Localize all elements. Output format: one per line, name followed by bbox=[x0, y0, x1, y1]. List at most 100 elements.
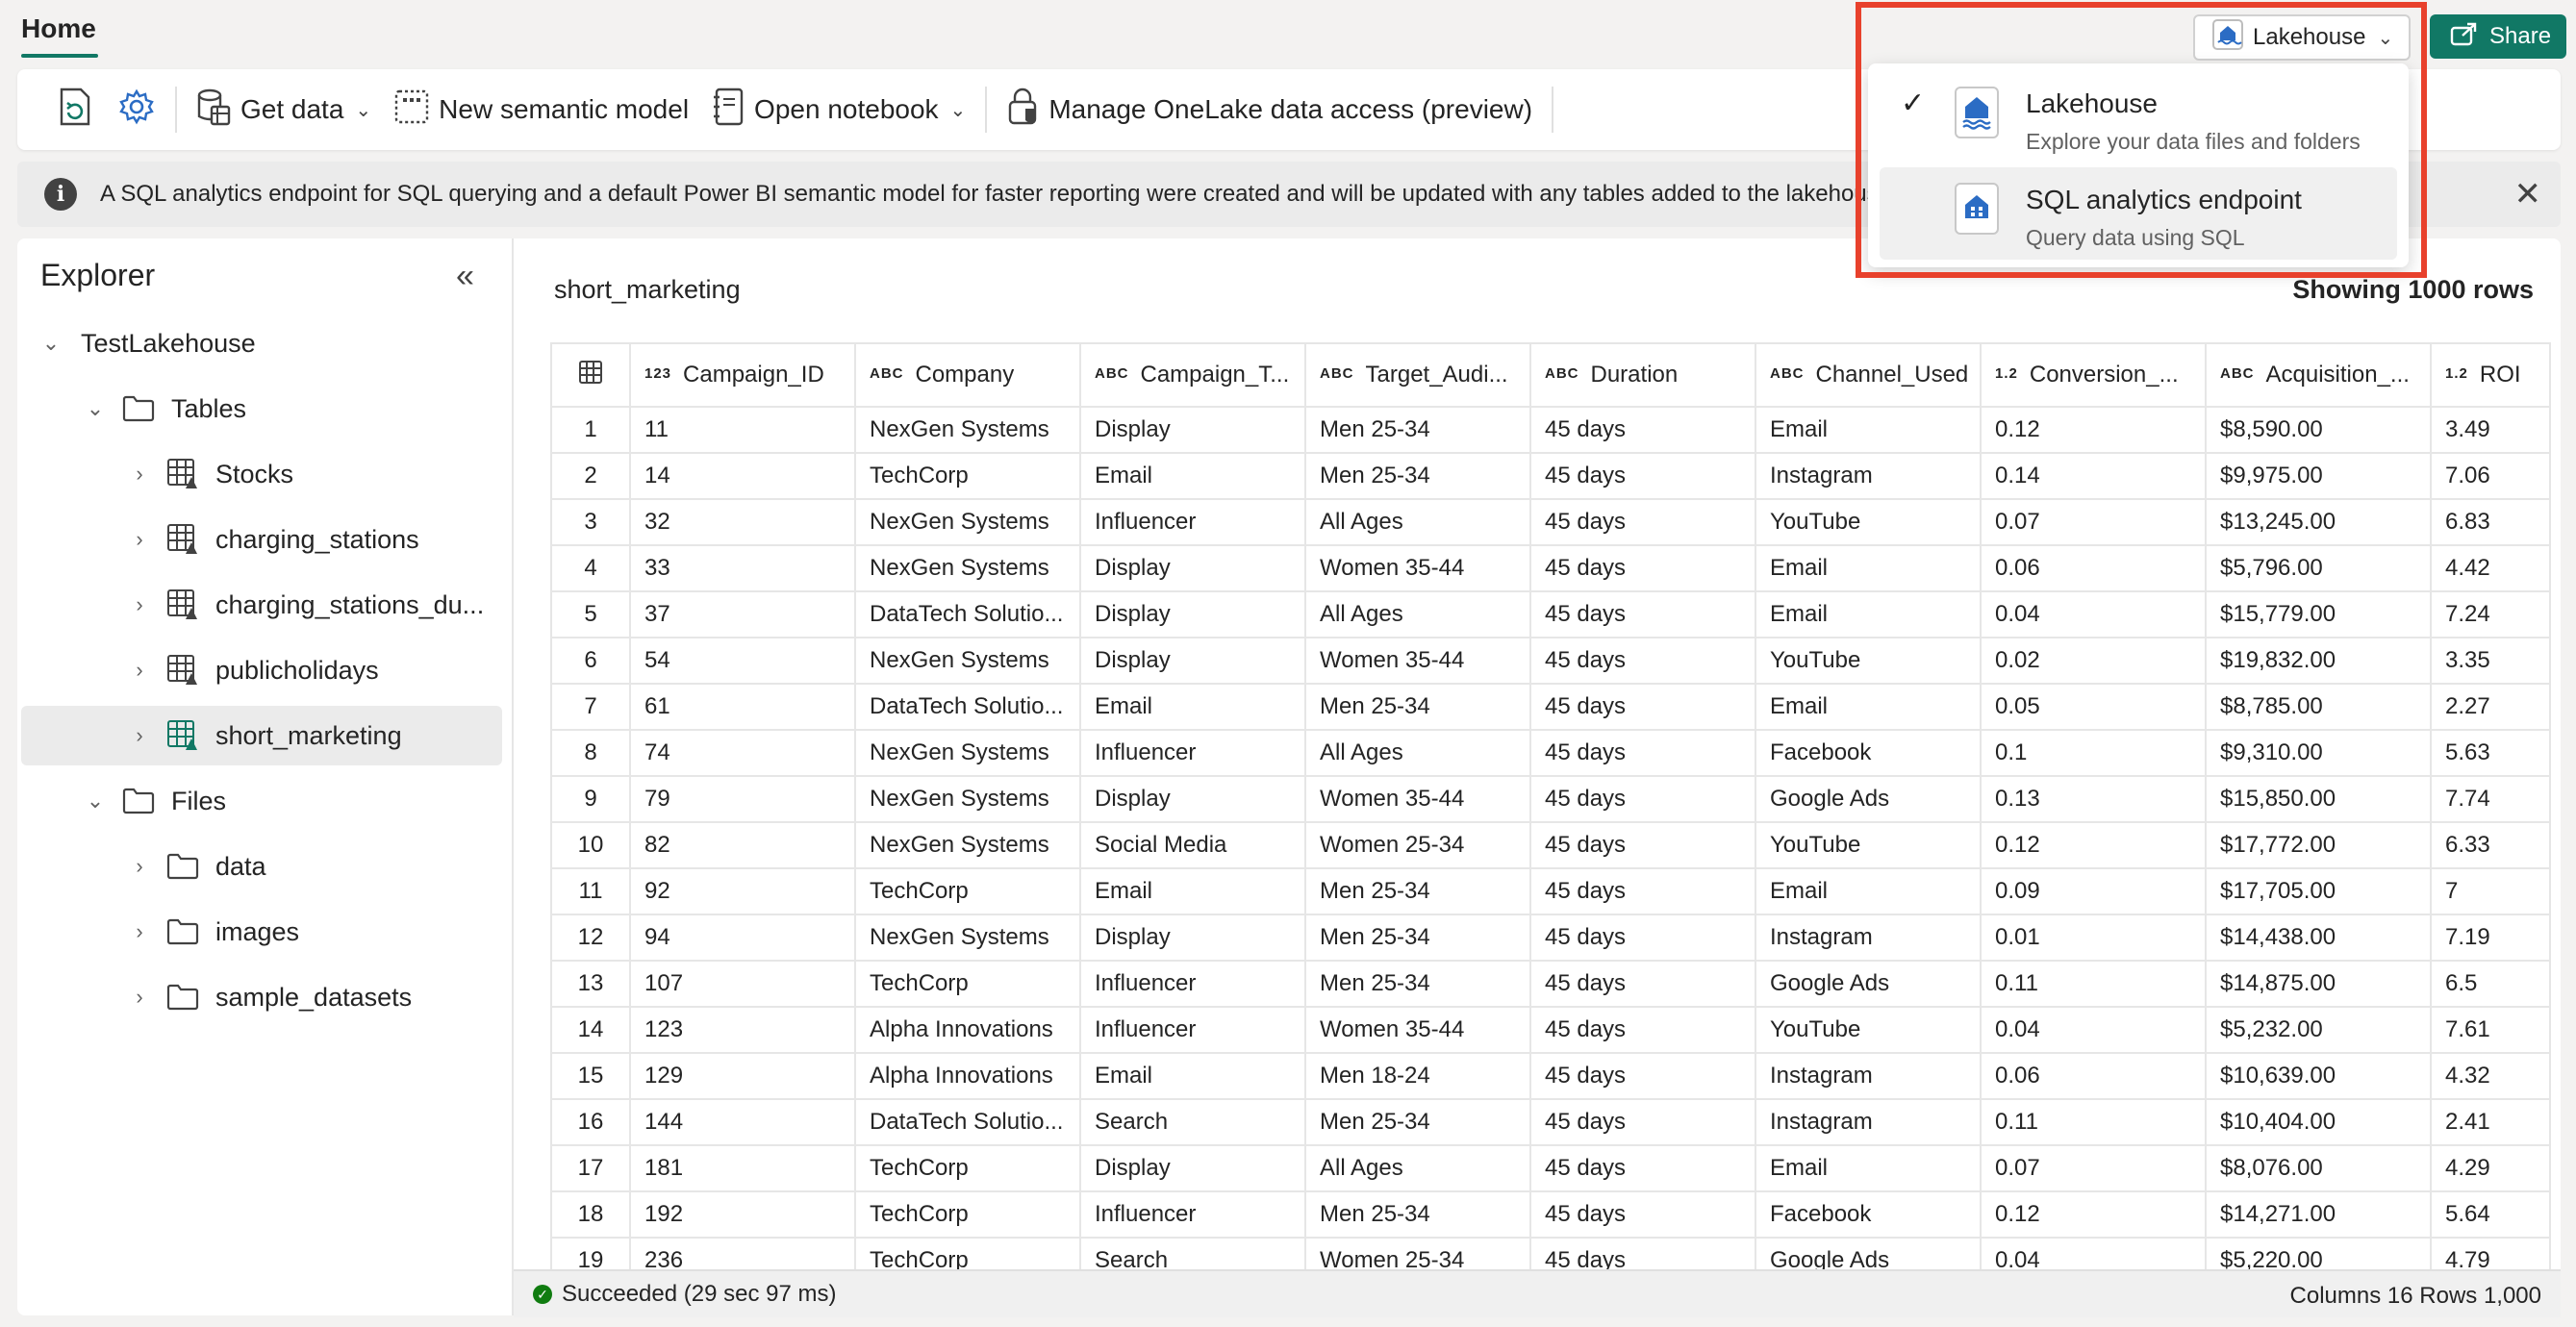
table-cell[interactable]: Men 25-34 bbox=[1304, 452, 1531, 500]
table-cell[interactable]: 6.33 bbox=[2430, 821, 2551, 869]
menu-item-lakehouse[interactable]: ✓ Lakehouse Explore your data files and … bbox=[1880, 71, 2397, 163]
table-cell[interactable]: Google Ads bbox=[1755, 960, 1982, 1008]
row-number-cell[interactable]: 7 bbox=[550, 683, 631, 731]
table-cell[interactable]: $5,232.00 bbox=[2205, 1006, 2432, 1054]
table-cell[interactable]: 107 bbox=[629, 960, 856, 1008]
table-cell[interactable]: $15,779.00 bbox=[2205, 590, 2432, 638]
table-cell[interactable]: 45 days bbox=[1529, 914, 1756, 962]
row-number-cell[interactable]: 17 bbox=[550, 1144, 631, 1192]
tree-item-folder[interactable]: › sample_datasets bbox=[17, 967, 508, 1027]
table-cell[interactable]: 0.1 bbox=[1980, 729, 2207, 777]
table-cell[interactable]: $10,404.00 bbox=[2205, 1098, 2432, 1146]
table-cell[interactable]: NexGen Systems bbox=[854, 775, 1081, 823]
tab-home[interactable]: Home bbox=[21, 13, 96, 44]
table-row[interactable]: 16 144 DataTech Solutio... Search Men 25-34 4… bbox=[550, 1098, 2551, 1146]
table-row[interactable]: 11 92 TechCorp Email Men 25-34 45 days Email 0.… bbox=[550, 867, 2551, 915]
table-cell[interactable]: Men 25-34 bbox=[1304, 914, 1531, 962]
table-cell[interactable]: Women 35-44 bbox=[1304, 544, 1531, 592]
table-cell[interactable]: Men 25-34 bbox=[1304, 1098, 1531, 1146]
table-cell[interactable]: 5.64 bbox=[2430, 1190, 2551, 1239]
table-row[interactable]: 6 54 NexGen Systems Display Women 35-44 45 da… bbox=[550, 637, 2551, 685]
table-cell[interactable]: Instagram bbox=[1755, 914, 1982, 962]
column-header[interactable]: ABC Target_Audi... bbox=[1304, 342, 1531, 408]
table-row[interactable]: 15 129 Alpha Innovations Email Men 18-24 45 d… bbox=[550, 1052, 2551, 1100]
table-cell[interactable]: $14,271.00 bbox=[2205, 1190, 2432, 1239]
table-cell[interactable]: Men 25-34 bbox=[1304, 1190, 1531, 1239]
table-row[interactable]: 5 37 DataTech Solutio... Display All Ages 45 … bbox=[550, 590, 2551, 638]
table-row[interactable]: 2 14 TechCorp Email Men 25-34 45 days Instagra… bbox=[550, 452, 2551, 500]
table-cell[interactable]: 4.29 bbox=[2430, 1144, 2551, 1192]
manage-onelake-access-button[interactable]: Manage OneLake data access (preview) bbox=[995, 83, 1544, 137]
table-cell[interactable]: 0.09 bbox=[1980, 867, 2207, 915]
table-row[interactable]: 17 181 TechCorp Display All Ages 45 days Email… bbox=[550, 1144, 2551, 1192]
table-cell[interactable]: $19,832.00 bbox=[2205, 637, 2432, 685]
table-cell[interactable]: $17,772.00 bbox=[2205, 821, 2432, 869]
table-cell[interactable]: 0.07 bbox=[1980, 498, 2207, 546]
table-cell[interactable]: Google Ads bbox=[1755, 775, 1982, 823]
table-cell[interactable]: DataTech Solutio... bbox=[854, 683, 1081, 731]
table-cell[interactable]: 3.35 bbox=[2430, 637, 2551, 685]
table-cell[interactable]: $17,705.00 bbox=[2205, 867, 2432, 915]
table-cell[interactable]: 45 days bbox=[1529, 821, 1756, 869]
row-number-cell[interactable]: 3 bbox=[550, 498, 631, 546]
table-cell[interactable]: Influencer bbox=[1079, 729, 1306, 777]
column-header[interactable]: ABC Campaign_T... bbox=[1079, 342, 1306, 408]
table-cell[interactable]: 181 bbox=[629, 1144, 856, 1192]
table-cell[interactable]: 45 days bbox=[1529, 544, 1756, 592]
table-cell[interactable]: $8,785.00 bbox=[2205, 683, 2432, 731]
table-cell[interactable]: YouTube bbox=[1755, 821, 1982, 869]
row-number-cell[interactable]: 18 bbox=[550, 1190, 631, 1239]
table-cell[interactable]: 92 bbox=[629, 867, 856, 915]
table-cell[interactable]: 37 bbox=[629, 590, 856, 638]
table-cell[interactable]: 0.06 bbox=[1980, 544, 2207, 592]
table-cell[interactable]: NexGen Systems bbox=[854, 498, 1081, 546]
table-cell[interactable]: Email bbox=[1079, 683, 1306, 731]
table-row[interactable]: 8 74 NexGen Systems Influencer All Ages 45 da… bbox=[550, 729, 2551, 777]
table-cell[interactable]: Email bbox=[1755, 867, 1982, 915]
table-cell[interactable]: 45 days bbox=[1529, 452, 1756, 500]
table-cell[interactable]: 7.06 bbox=[2430, 452, 2551, 500]
row-number-cell[interactable]: 15 bbox=[550, 1052, 631, 1100]
close-icon[interactable]: ✕ bbox=[2514, 175, 2542, 213]
table-cell[interactable]: $9,975.00 bbox=[2205, 452, 2432, 500]
table-cell[interactable]: Social Media bbox=[1079, 821, 1306, 869]
table-cell[interactable]: Influencer bbox=[1079, 1006, 1306, 1054]
table-cell[interactable]: 45 days bbox=[1529, 867, 1756, 915]
table-cell[interactable]: 94 bbox=[629, 914, 856, 962]
column-header[interactable]: 123 Campaign_ID bbox=[629, 342, 856, 408]
table-cell[interactable]: Email bbox=[1755, 406, 1982, 454]
table-row[interactable]: 13 107 TechCorp Influencer Men 25-34 45 days G… bbox=[550, 960, 2551, 1008]
share-button[interactable]: Share bbox=[2430, 14, 2566, 59]
table-cell[interactable]: 144 bbox=[629, 1098, 856, 1146]
table-cell[interactable]: Search bbox=[1079, 1098, 1306, 1146]
table-cell[interactable]: All Ages bbox=[1304, 729, 1531, 777]
table-cell[interactable]: 0.11 bbox=[1980, 960, 2207, 1008]
table-cell[interactable]: 61 bbox=[629, 683, 856, 731]
column-header[interactable]: 1.2 Conversion_... bbox=[1980, 342, 2207, 408]
table-cell[interactable]: All Ages bbox=[1304, 1144, 1531, 1192]
tree-item-table-selected[interactable]: › short_marketing bbox=[21, 706, 502, 765]
table-cell[interactable]: 54 bbox=[629, 637, 856, 685]
table-cell[interactable]: 5.63 bbox=[2430, 729, 2551, 777]
table-cell[interactable]: 6.5 bbox=[2430, 960, 2551, 1008]
table-row[interactable]: 10 82 NexGen Systems Social Media Women 25-3… bbox=[550, 821, 2551, 869]
table-cell[interactable]: Influencer bbox=[1079, 960, 1306, 1008]
table-cell[interactable]: TechCorp bbox=[854, 1190, 1081, 1239]
table-cell[interactable]: Alpha Innovations bbox=[854, 1052, 1081, 1100]
table-cell[interactable]: 45 days bbox=[1529, 1098, 1756, 1146]
row-number-cell[interactable]: 11 bbox=[550, 867, 631, 915]
table-cell[interactable]: $9,310.00 bbox=[2205, 729, 2432, 777]
table-cell[interactable]: Display bbox=[1079, 914, 1306, 962]
table-cell[interactable]: Email bbox=[1079, 1052, 1306, 1100]
table-cell[interactable]: 3.49 bbox=[2430, 406, 2551, 454]
tree-item-tables[interactable]: ⌄ Tables bbox=[17, 379, 508, 438]
table-cell[interactable]: All Ages bbox=[1304, 590, 1531, 638]
table-cell[interactable]: 6.83 bbox=[2430, 498, 2551, 546]
column-header[interactable]: ABC Channel_Used bbox=[1755, 342, 1982, 408]
table-cell[interactable]: Alpha Innovations bbox=[854, 1006, 1081, 1054]
table-cell[interactable]: $14,875.00 bbox=[2205, 960, 2432, 1008]
table-cell[interactable]: Influencer bbox=[1079, 1190, 1306, 1239]
column-header[interactable]: ABC Acquisition_... bbox=[2205, 342, 2432, 408]
table-cell[interactable]: Email bbox=[1755, 590, 1982, 638]
lakehouse-switch-button[interactable]: Lakehouse ⌄ bbox=[2193, 14, 2411, 61]
